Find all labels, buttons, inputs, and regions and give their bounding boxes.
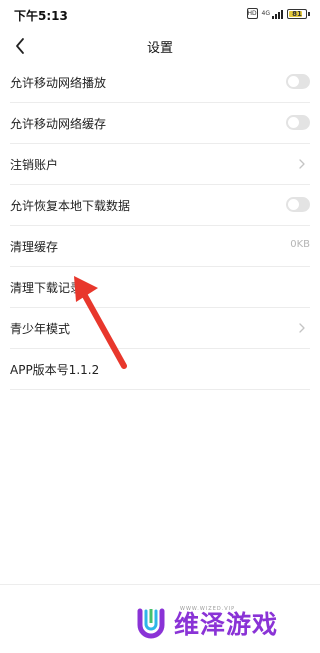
setting-row-restore-downloads: 允许恢复本地下载数据: [10, 185, 310, 226]
setting-row-mobile-cache: 允许移动网络缓存: [10, 103, 310, 144]
chevron-right-icon: [299, 159, 305, 169]
chevron-left-icon: [16, 38, 24, 54]
battery-tip: [308, 11, 310, 16]
watermark: WWW.WIZED.VIP 维泽游戏: [136, 603, 314, 647]
toggle-knob: [288, 76, 299, 87]
setting-label: 允许移动网络缓存: [10, 117, 107, 131]
battery-percent: 81: [292, 9, 302, 18]
annotation-arrow-icon: [74, 276, 127, 369]
restore-downloads-toggle[interactable]: [286, 197, 310, 212]
setting-label: 允许移动网络播放: [10, 76, 107, 90]
setting-row-clear-download-history[interactable]: 清理下载记录: [10, 267, 310, 308]
status-icons: HD 4G 81: [246, 8, 310, 19]
setting-label: 注销账户: [10, 158, 59, 172]
setting-row-mobile-play: 允许移动网络播放: [10, 62, 310, 103]
setting-label: 允许恢复本地下载数据: [10, 199, 131, 213]
signal-icon: [272, 9, 283, 19]
setting-row-app-version: APP版本号1.1.2: [10, 349, 310, 390]
setting-row-teen-mode[interactable]: 青少年模式: [10, 308, 310, 349]
setting-label: 清理缓存: [10, 240, 59, 254]
toggle-knob: [288, 199, 299, 210]
setting-label: 青少年模式: [10, 322, 71, 336]
status-bar: 下午5:13 HD 4G 81: [0, 0, 320, 28]
back-button[interactable]: [10, 35, 32, 57]
mobile-cache-toggle[interactable]: [286, 115, 310, 130]
status-time: 下午5:13: [14, 9, 68, 23]
watermark-text: 维泽游戏: [174, 610, 279, 639]
watermark-logo-icon: [137, 608, 165, 639]
hd-icon: HD: [246, 8, 258, 19]
settings-list: 允许移动网络播放 允许移动网络缓存 注销账户 允许恢复本地下载数据 清理缓存 0…: [0, 62, 320, 390]
cache-size-value: 0KB: [290, 239, 310, 250]
network-type-label: 4G: [261, 9, 270, 17]
setting-row-cancel-account[interactable]: 注销账户: [10, 144, 310, 185]
chevron-right-icon: [299, 323, 305, 333]
page-title: 设置: [146, 41, 173, 56]
setting-row-clear-cache[interactable]: 清理缓存 0KB: [10, 226, 310, 267]
toggle-knob: [288, 117, 299, 128]
battery-icon: 81: [287, 8, 307, 19]
bottom-divider: [0, 584, 320, 585]
mobile-play-toggle[interactable]: [286, 74, 310, 89]
header: 设置: [0, 30, 320, 62]
